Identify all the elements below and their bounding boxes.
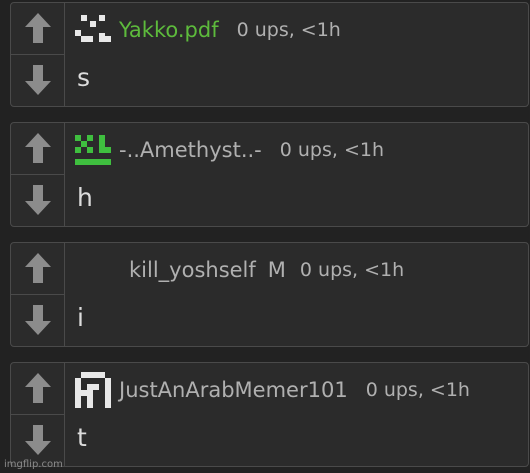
comment-meta: 0 ups, <1h xyxy=(279,139,385,161)
green-pixel-avatar[interactable] xyxy=(71,131,115,169)
white-pixel-avatar[interactable] xyxy=(71,371,115,409)
comment-1: Yakko.pdf 0 ups, <1h s xyxy=(10,2,529,107)
username-link[interactable]: JustAnArabMemer101 xyxy=(119,378,348,402)
comment-meta: 0 ups, <1h xyxy=(365,379,470,401)
comment-meta: 0 ups, <1h xyxy=(299,259,405,281)
comment-header: kill_yoshself M 0 ups, <1h xyxy=(129,249,404,291)
comment-text: h xyxy=(77,183,93,212)
down-arrow-icon xyxy=(24,305,51,336)
upvote-button[interactable] xyxy=(11,363,64,415)
comment-text: i xyxy=(77,303,84,332)
down-arrow-icon xyxy=(24,185,51,216)
upvote-button[interactable] xyxy=(11,3,64,55)
down-arrow-icon xyxy=(24,65,51,96)
username-link[interactable]: Yakko.pdf xyxy=(119,18,219,42)
downvote-button[interactable] xyxy=(11,295,64,347)
vote-column xyxy=(11,243,65,346)
pixel-face-avatar[interactable] xyxy=(71,11,115,49)
down-arrow-icon xyxy=(24,425,51,456)
comment-4: JustAnArabMemer101 0 ups, <1h t xyxy=(10,362,529,467)
upvote-button[interactable] xyxy=(11,243,64,295)
comment-3: kill_yoshself M 0 ups, <1h i xyxy=(10,242,529,347)
vote-column xyxy=(11,363,65,466)
up-arrow-icon xyxy=(24,13,51,44)
comment-header: Yakko.pdf 0 ups, <1h xyxy=(71,9,341,51)
comment-meta: 0 ups, <1h xyxy=(236,19,341,41)
mod-badge: M xyxy=(267,258,286,282)
comment-header: JustAnArabMemer101 0 ups, <1h xyxy=(71,369,470,411)
downvote-button[interactable] xyxy=(11,175,64,227)
vote-column xyxy=(11,123,65,226)
username-link[interactable]: kill_yoshself xyxy=(129,258,256,282)
comment-text: s xyxy=(77,63,91,92)
up-arrow-icon xyxy=(24,253,51,284)
upvote-button[interactable] xyxy=(11,123,64,175)
imgflip-watermark: imgflip.com xyxy=(4,459,63,470)
up-arrow-icon xyxy=(24,133,51,164)
comment-header: -..Amethyst..- 0 ups, <1h xyxy=(71,129,384,171)
comment-2: -..Amethyst..- 0 ups, <1h h xyxy=(10,122,529,227)
comment-text: t xyxy=(77,423,87,452)
username-link[interactable]: -..Amethyst..- xyxy=(119,138,262,162)
vote-column xyxy=(11,3,65,106)
up-arrow-icon xyxy=(24,373,51,404)
downvote-button[interactable] xyxy=(11,55,64,107)
